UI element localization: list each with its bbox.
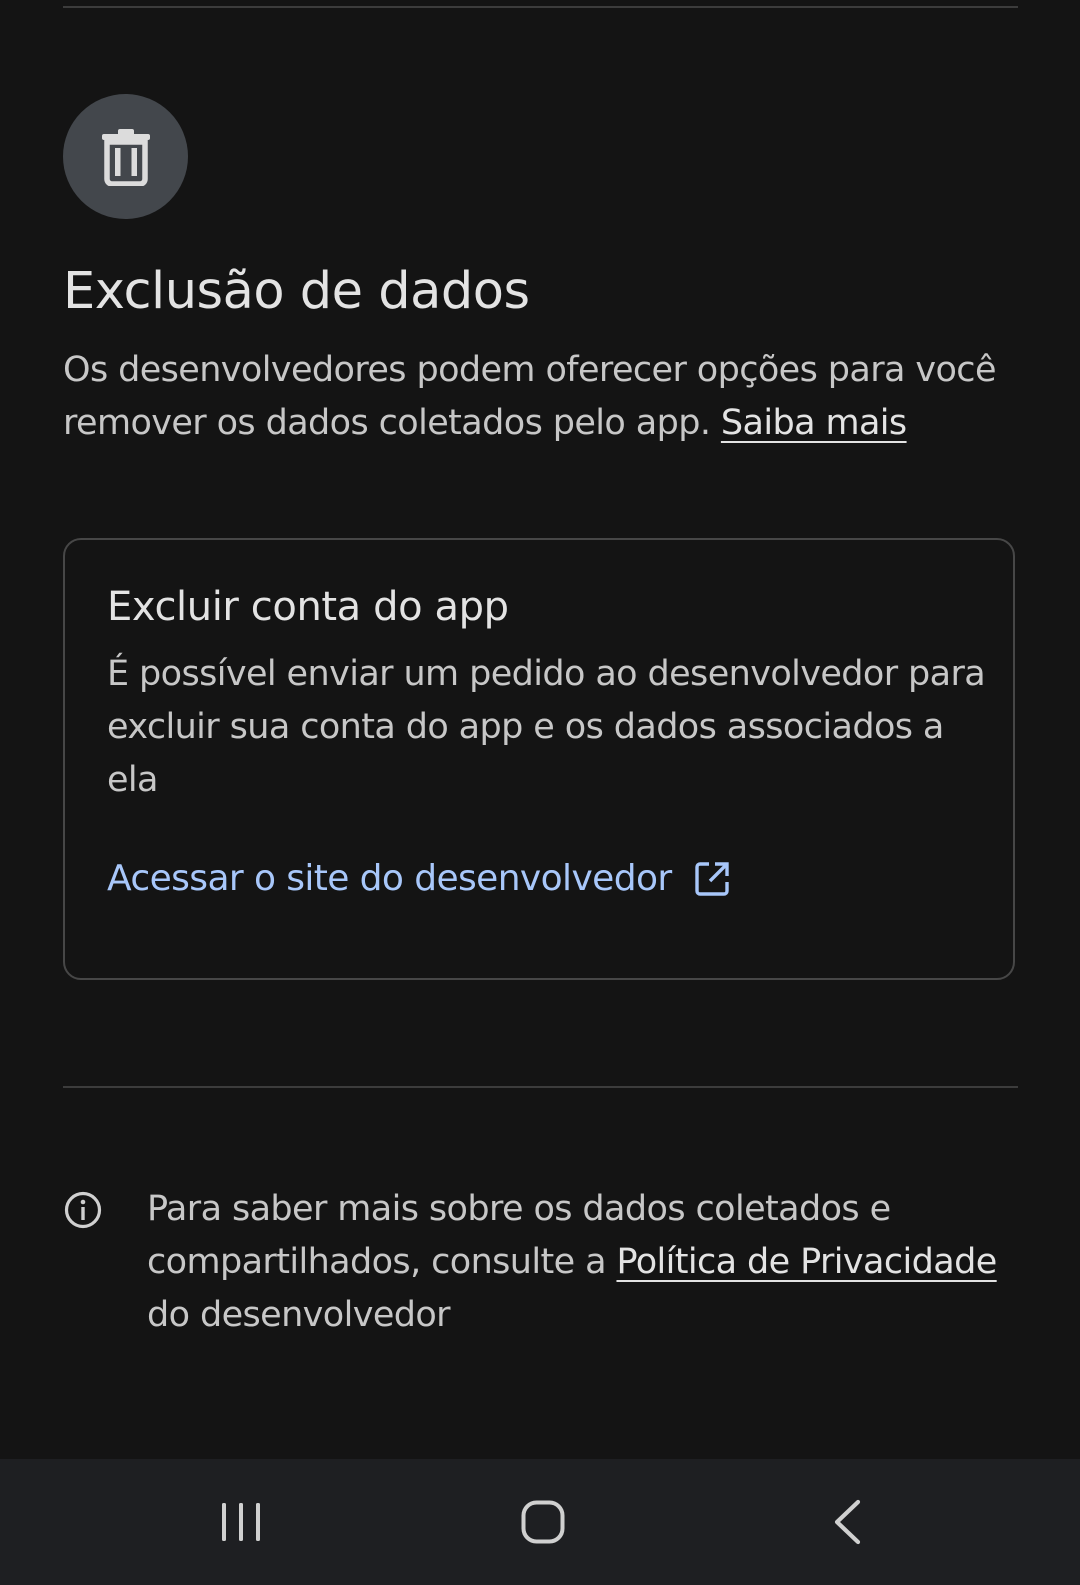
recents-button[interactable] — [181, 1459, 301, 1585]
top-divider — [63, 6, 1018, 8]
section-divider — [63, 1086, 1018, 1088]
section-description: Os desenvolvedores podem oferecer opções… — [63, 344, 1023, 450]
back-icon — [834, 1499, 861, 1545]
section-title: Exclusão de dados — [63, 262, 530, 321]
developer-site-link-label: Acessar o site do desenvolvedor — [107, 858, 672, 899]
learn-more-link[interactable]: Saiba mais — [721, 403, 907, 443]
recents-icon — [222, 1503, 260, 1541]
privacy-policy-link[interactable]: Política de Privacidade — [616, 1242, 997, 1282]
card-description: É possível enviar um pedido ao desenvolv… — [107, 654, 986, 800]
privacy-info-text-after: do desenvolvedor — [147, 1295, 451, 1335]
back-button[interactable] — [787, 1459, 907, 1585]
delete-account-card: Excluir conta do app É possível enviar u… — [63, 538, 1015, 980]
card-title: Excluir conta do app — [107, 584, 509, 630]
home-button[interactable] — [483, 1459, 603, 1585]
home-icon — [521, 1500, 565, 1544]
info-icon — [64, 1191, 102, 1229]
developer-site-link[interactable]: Acessar o site do desenvolvedor — [107, 858, 730, 899]
data-safety-page: Exclusão de dados Os desenvolvedores pod… — [0, 0, 1080, 1585]
system-navigation-bar — [0, 1459, 1080, 1585]
open-in-new-icon — [694, 861, 729, 896]
privacy-info-text: Para saber mais sobre os dados coletados… — [147, 1183, 1027, 1342]
trash-icon — [101, 128, 150, 186]
trash-icon-container — [63, 94, 188, 219]
